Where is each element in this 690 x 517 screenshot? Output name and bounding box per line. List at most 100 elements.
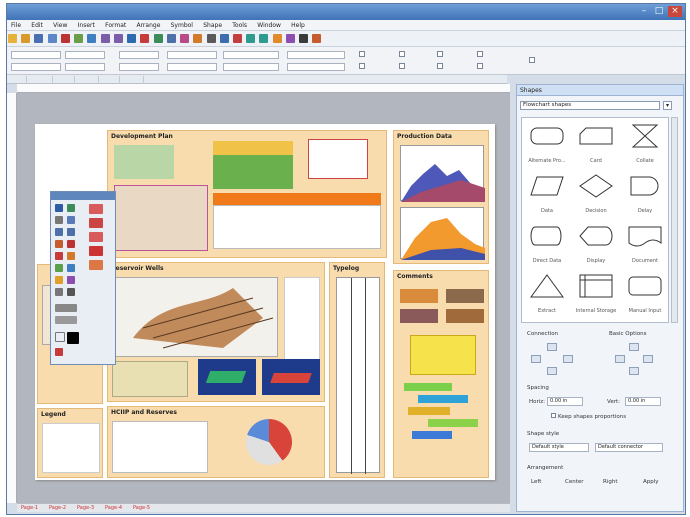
- maximize-icon[interactable]: □: [652, 6, 666, 17]
- line-width-icon[interactable]: [55, 304, 77, 312]
- menu-insert[interactable]: Insert: [74, 20, 99, 31]
- shadow-select[interactable]: [287, 51, 345, 59]
- apply-button[interactable]: Apply: [643, 479, 659, 485]
- shape-item[interactable]: Manual Input: [622, 270, 668, 316]
- font-select[interactable]: [11, 51, 61, 59]
- copy-icon[interactable]: [74, 34, 84, 43]
- text-tool-icon[interactable]: [67, 252, 75, 260]
- comments-section[interactable]: Comments: [393, 270, 489, 478]
- line-width-select[interactable]: [65, 63, 105, 71]
- development-plan-section[interactable]: Development Plan: [107, 130, 387, 258]
- zoom-out-icon[interactable]: [259, 34, 269, 43]
- color-icon[interactable]: [272, 34, 282, 43]
- shape-item[interactable]: Decision: [573, 170, 619, 216]
- fit-checkbox[interactable]: [437, 63, 445, 71]
- shape-pattern-3-icon[interactable]: [89, 232, 103, 242]
- close-icon[interactable]: ×: [668, 6, 682, 17]
- menu-symbol[interactable]: Symbol: [167, 20, 197, 31]
- undo-icon[interactable]: [100, 34, 110, 43]
- arrow-start-select[interactable]: [167, 51, 217, 59]
- curve-tool-icon[interactable]: [67, 216, 75, 224]
- reservoir-wells-section[interactable]: Reservoir Wells: [107, 262, 325, 402]
- delete-icon[interactable]: [232, 34, 242, 43]
- line-style-icon[interactable]: [55, 316, 77, 324]
- symbol-icon[interactable]: [312, 34, 322, 43]
- shape-pattern-4-icon[interactable]: [89, 246, 103, 256]
- ellipse-icon[interactable]: [180, 34, 190, 43]
- align-left-button[interactable]: Left: [531, 479, 541, 485]
- fill-tool-icon[interactable]: [55, 264, 63, 272]
- legend-section[interactable]: Legend: [37, 408, 103, 478]
- paste-icon[interactable]: [87, 34, 97, 43]
- connect-up-button[interactable]: [547, 343, 557, 351]
- align-select[interactable]: [287, 63, 345, 71]
- shape-item[interactable]: Internal Storage: [573, 270, 619, 316]
- chevron-down-icon[interactable]: ▾: [663, 101, 672, 110]
- shape-library-select[interactable]: Flowchart shapes: [520, 101, 660, 110]
- line-style-select[interactable]: [11, 63, 61, 71]
- drawing-canvas[interactable]: Development Plan Production Data Reservo…: [17, 93, 510, 503]
- eraser-tool-icon[interactable]: [55, 252, 63, 260]
- horiz-input[interactable]: 0.00 in: [547, 397, 583, 406]
- rect-tool-icon[interactable]: [55, 228, 63, 236]
- menu-edit[interactable]: Edit: [27, 20, 47, 31]
- shape-item[interactable]: Display: [573, 220, 619, 266]
- snap-checkbox[interactable]: [477, 51, 485, 59]
- layers-icon[interactable]: [285, 34, 295, 43]
- menu-help[interactable]: Help: [287, 20, 309, 31]
- save-icon[interactable]: [34, 34, 44, 43]
- connector-tool-icon[interactable]: [67, 288, 75, 296]
- shape-item[interactable]: Card: [573, 120, 619, 166]
- production-data-section[interactable]: Production Data: [393, 130, 489, 264]
- ungroup-icon[interactable]: [219, 34, 229, 43]
- page-tab-1[interactable]: Page-1: [21, 505, 38, 511]
- shape-item[interactable]: Alternate Pro...: [524, 120, 570, 166]
- pen-tool-icon[interactable]: [67, 204, 75, 212]
- pattern-select[interactable]: [119, 63, 159, 71]
- open-icon[interactable]: [21, 34, 31, 43]
- shape-item[interactable]: Direct Data: [524, 220, 570, 266]
- line-color-icon[interactable]: [67, 332, 79, 344]
- keep-proportions-checkbox[interactable]: Keep shapes proportions: [551, 413, 626, 420]
- zoom-in-icon[interactable]: [246, 34, 256, 43]
- shapes-scrollbar[interactable]: [671, 117, 678, 323]
- default-style-select[interactable]: Default style: [529, 443, 589, 452]
- vert-input[interactable]: 0.00 in: [625, 397, 661, 406]
- polygon-tool-icon[interactable]: [55, 240, 63, 248]
- shape-item[interactable]: Delay: [622, 170, 668, 216]
- wrap-checkbox[interactable]: [437, 51, 445, 59]
- draw-icon[interactable]: [140, 34, 150, 43]
- picker-tool-icon[interactable]: [67, 264, 75, 272]
- menu-file[interactable]: File: [7, 20, 25, 31]
- grid-checkbox[interactable]: [477, 63, 485, 71]
- page-tab-2[interactable]: Page-2: [49, 505, 66, 511]
- chart-tool-icon[interactable]: [67, 276, 75, 284]
- bold-checkbox[interactable]: [359, 51, 367, 59]
- color-select[interactable]: [223, 51, 279, 59]
- strike-checkbox[interactable]: [399, 63, 407, 71]
- text-icon[interactable]: [193, 34, 203, 43]
- underline-checkbox[interactable]: [399, 51, 407, 59]
- new-icon[interactable]: [8, 34, 17, 43]
- fill-select[interactable]: [119, 51, 159, 59]
- menu-window[interactable]: Window: [253, 20, 285, 31]
- cut-icon[interactable]: [60, 34, 70, 43]
- horizontal-scrollbar[interactable]: Page-1 Page-2 Page-3 Page-4 Page-5: [17, 503, 510, 512]
- option-up-button[interactable]: [629, 343, 639, 351]
- size-select[interactable]: [65, 51, 105, 59]
- align-center-button[interactable]: Center: [565, 479, 584, 485]
- page-tab-3[interactable]: Page-3: [77, 505, 94, 511]
- option-down-button[interactable]: [629, 367, 639, 375]
- menu-arrange[interactable]: Arrange: [132, 20, 164, 31]
- hcip-reserves-section[interactable]: HCIIP and Reserves: [107, 406, 325, 478]
- image-tool-icon[interactable]: [55, 276, 63, 284]
- ellipse-tool-icon[interactable]: [67, 228, 75, 236]
- transparency-select[interactable]: [223, 63, 279, 71]
- color-picker-icon[interactable]: [55, 348, 63, 356]
- pointer-icon[interactable]: [127, 34, 137, 43]
- menu-shape[interactable]: Shape: [199, 20, 226, 31]
- shape-item[interactable]: Data: [524, 170, 570, 216]
- page-tab-4[interactable]: Page-4: [105, 505, 122, 511]
- connect-right-button[interactable]: [563, 355, 573, 363]
- line-icon[interactable]: [153, 34, 163, 43]
